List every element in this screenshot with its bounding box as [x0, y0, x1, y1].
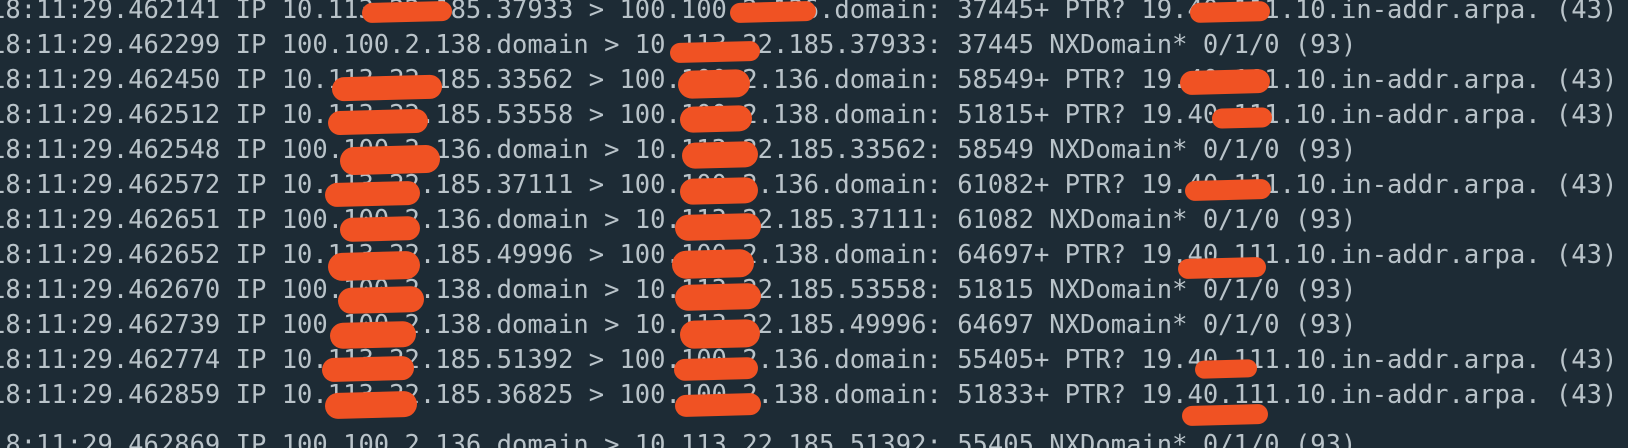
redaction-mark — [679, 318, 761, 350]
redaction-mark — [677, 69, 751, 99]
redaction-mark — [331, 74, 443, 102]
redaction-mark — [1211, 107, 1273, 129]
redaction-mark — [327, 108, 429, 136]
redaction-mark — [1189, 0, 1271, 24]
redaction-mark — [729, 0, 817, 24]
redaction-mark — [361, 0, 453, 24]
redaction-mark — [321, 355, 415, 383]
redaction-mark — [327, 250, 421, 282]
redaction-mark — [1184, 178, 1272, 202]
redaction-mark — [339, 215, 421, 243]
redaction-mark — [674, 392, 762, 418]
redaction-mark — [324, 180, 421, 208]
log-line: 18:11:29.462512 IP 10.113.22.185.53558 >… — [0, 100, 1618, 130]
redaction-mark — [1194, 359, 1258, 379]
redaction-mark — [1181, 403, 1269, 427]
log-line: 18:11:29.462774 IP 10.113.22.185.51392 >… — [0, 345, 1618, 375]
redaction-mark — [1177, 256, 1267, 280]
redaction-mark — [673, 356, 759, 382]
log-line: 18:11:29.462869 IP 100.100.2.136.domain … — [0, 430, 1357, 448]
log-line: 18:11:29.462450 IP 10.113.22.185.33562 >… — [0, 65, 1618, 95]
redaction-mark — [669, 40, 761, 64]
redaction-mark — [681, 141, 759, 169]
redaction-mark — [674, 212, 762, 242]
redaction-mark — [337, 285, 425, 315]
terminal-output: 18:11:29.462141 IP 10.113.22.185.37933 >… — [0, 0, 1628, 448]
log-line: 18:11:29.462739 IP 100.100.2.138.domain … — [0, 310, 1357, 340]
log-line: 18:11:29.462548 IP 100.100.2.136.domain … — [0, 135, 1357, 165]
redaction-mark — [339, 144, 441, 176]
log-line: 18:11:29.462572 IP 10.113.22.185.37111 >… — [0, 170, 1618, 200]
log-line: 18:11:29.462859 IP 10.113.22.185.36825 >… — [0, 380, 1618, 410]
redaction-mark — [1179, 68, 1271, 96]
redaction-mark — [679, 105, 753, 133]
log-line: 18:11:29.462652 IP 10.113.22.185.49996 >… — [0, 240, 1618, 270]
redaction-mark — [674, 282, 762, 312]
redaction-mark — [324, 390, 418, 420]
redaction-mark — [679, 176, 759, 206]
redaction-mark — [329, 320, 417, 350]
redaction-mark — [671, 248, 755, 280]
